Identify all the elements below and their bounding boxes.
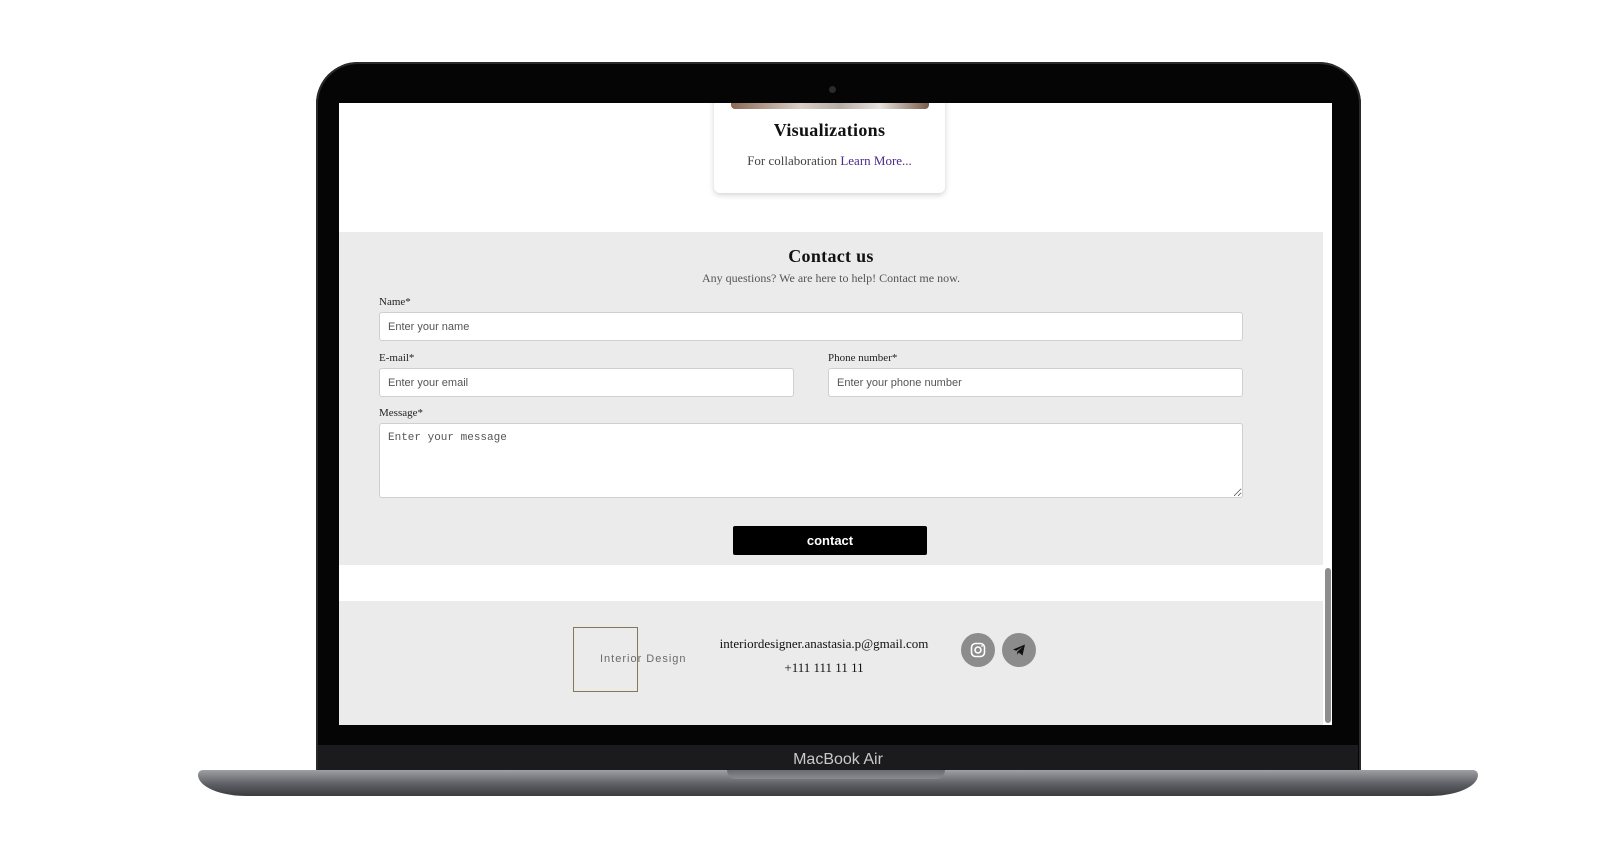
learn-more-link[interactable]: Learn More...: [840, 153, 911, 168]
footer-email[interactable]: interiordesigner.anastasia.p@gmail.com: [699, 636, 949, 652]
service-card-title: Visualizations: [773, 120, 886, 140]
phone-input[interactable]: [828, 368, 1243, 397]
camera-icon: [829, 86, 836, 93]
browser-viewport: Visualizations For collaboration Learn M…: [339, 103, 1332, 725]
contact-section: Contact us Any questions? We are here to…: [339, 232, 1323, 565]
name-input[interactable]: [379, 312, 1243, 341]
contact-title: Contact us: [788, 246, 874, 266]
logo-text[interactable]: Interior Design: [600, 653, 687, 665]
contact-submit-button[interactable]: contact: [733, 526, 927, 555]
contact-subtitle: Any questions? We are here to help! Cont…: [702, 271, 960, 285]
phone-label: Phone number*: [828, 352, 898, 364]
message-textarea[interactable]: [379, 423, 1243, 498]
name-label: Name*: [379, 296, 411, 308]
service-card-image: [731, 103, 929, 109]
laptop-hinge-notch: [727, 770, 945, 779]
service-card-text: For collaboration: [747, 153, 838, 168]
telegram-icon[interactable]: [1002, 633, 1036, 667]
service-card: Visualizations For collaboration Learn M…: [714, 103, 945, 193]
service-card-description: For collaboration Learn More...: [714, 153, 945, 169]
footer: Interior Design interiordesigner.anastas…: [339, 601, 1323, 725]
email-label: E-mail*: [379, 352, 415, 364]
message-label: Message*: [379, 407, 423, 419]
footer-phone[interactable]: +111 111 11 11: [699, 660, 949, 676]
page-scrollbar[interactable]: [1325, 568, 1331, 723]
instagram-icon[interactable]: [961, 633, 995, 667]
email-input[interactable]: [379, 368, 794, 397]
